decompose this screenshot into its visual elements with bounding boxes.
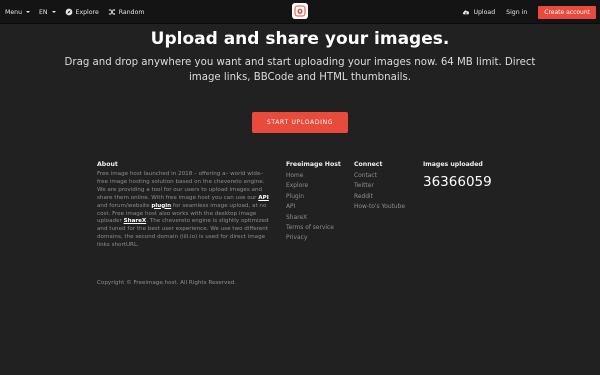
footer-link-youtube[interactable]: How-to's Youtube (354, 202, 405, 212)
cloud-upload-icon (463, 10, 470, 15)
random-label: Random (118, 8, 145, 16)
create-account-label: Create account (544, 8, 590, 16)
site-logo[interactable] (292, 3, 308, 19)
hero-title: Upload and share your images. (150, 29, 450, 49)
about-heading: About (97, 161, 118, 168)
create-account-button[interactable]: Create account (538, 5, 596, 19)
start-uploading-label: START UPLOADING (266, 119, 334, 126)
footer-link-sharex[interactable]: ShareX (286, 213, 334, 223)
start-uploading-button[interactable]: START UPLOADING (252, 112, 348, 133)
random-link[interactable]: Random (108, 8, 145, 16)
upload-label: Upload (473, 8, 496, 16)
hero-subtitle: Drag and drop anywhere you want and star… (64, 57, 536, 83)
freeimage-host-links: Home Explore Plugin API ShareX Terms of … (286, 171, 334, 244)
chevron-down-icon (26, 11, 30, 13)
sharex-link[interactable]: ShareX (124, 218, 147, 224)
images-uploaded-count: 36366059 (423, 174, 492, 190)
images-uploaded-heading: Images uploaded (423, 161, 483, 168)
footer-link-reddit[interactable]: Reddit (354, 192, 405, 202)
footer-link-plugin[interactable]: Plugin (286, 192, 334, 202)
footer-link-twitter[interactable]: Twitter (354, 181, 405, 191)
freeimage-host-heading: Freeimage Host (286, 161, 341, 168)
menu-dropdown[interactable]: Menu (5, 9, 30, 16)
footer-link-contact[interactable]: Contact (354, 171, 405, 181)
about-text-part: and forum/website (97, 202, 152, 209)
shuffle-icon (108, 8, 116, 16)
about-text: Free image host launched in 2018 – offer… (97, 171, 271, 250)
footer-link-terms[interactable]: Terms of service (286, 223, 334, 233)
signin-link[interactable]: Sign in (506, 9, 527, 16)
footer-link-api[interactable]: API (286, 202, 334, 212)
explore-label: Explore (75, 8, 99, 16)
nav-left-group: Menu EN Explore Random (5, 0, 144, 24)
compass-icon (65, 8, 72, 16)
plugin-link[interactable]: plugin (151, 203, 171, 209)
language-label: EN (39, 8, 48, 16)
api-link[interactable]: API (258, 195, 269, 201)
footer-link-privacy[interactable]: Privacy (286, 233, 334, 243)
footer-link-explore[interactable]: Explore (286, 181, 334, 191)
nav-right-group: Upload Sign in Create account (462, 0, 596, 24)
language-dropdown[interactable]: EN (39, 9, 56, 16)
logo-icon (294, 5, 306, 17)
copyright-text: Copyright © Freeimage.host. All Rights R… (97, 280, 237, 286)
top-navbar: Menu EN Explore Random Upload Sign in Cr… (0, 0, 600, 24)
about-text-part: Free image host launched in 2018 – offer… (97, 171, 265, 201)
connect-heading: Connect (354, 161, 383, 168)
footer-link-home[interactable]: Home (286, 171, 334, 181)
explore-link[interactable]: Explore (65, 8, 99, 16)
signin-label: Sign in (506, 8, 528, 16)
chevron-down-icon (51, 11, 56, 13)
menu-label: Menu (5, 8, 22, 16)
connect-links: Contact Twitter Reddit How-to's Youtube (354, 171, 405, 213)
upload-link[interactable]: Upload (462, 8, 495, 16)
